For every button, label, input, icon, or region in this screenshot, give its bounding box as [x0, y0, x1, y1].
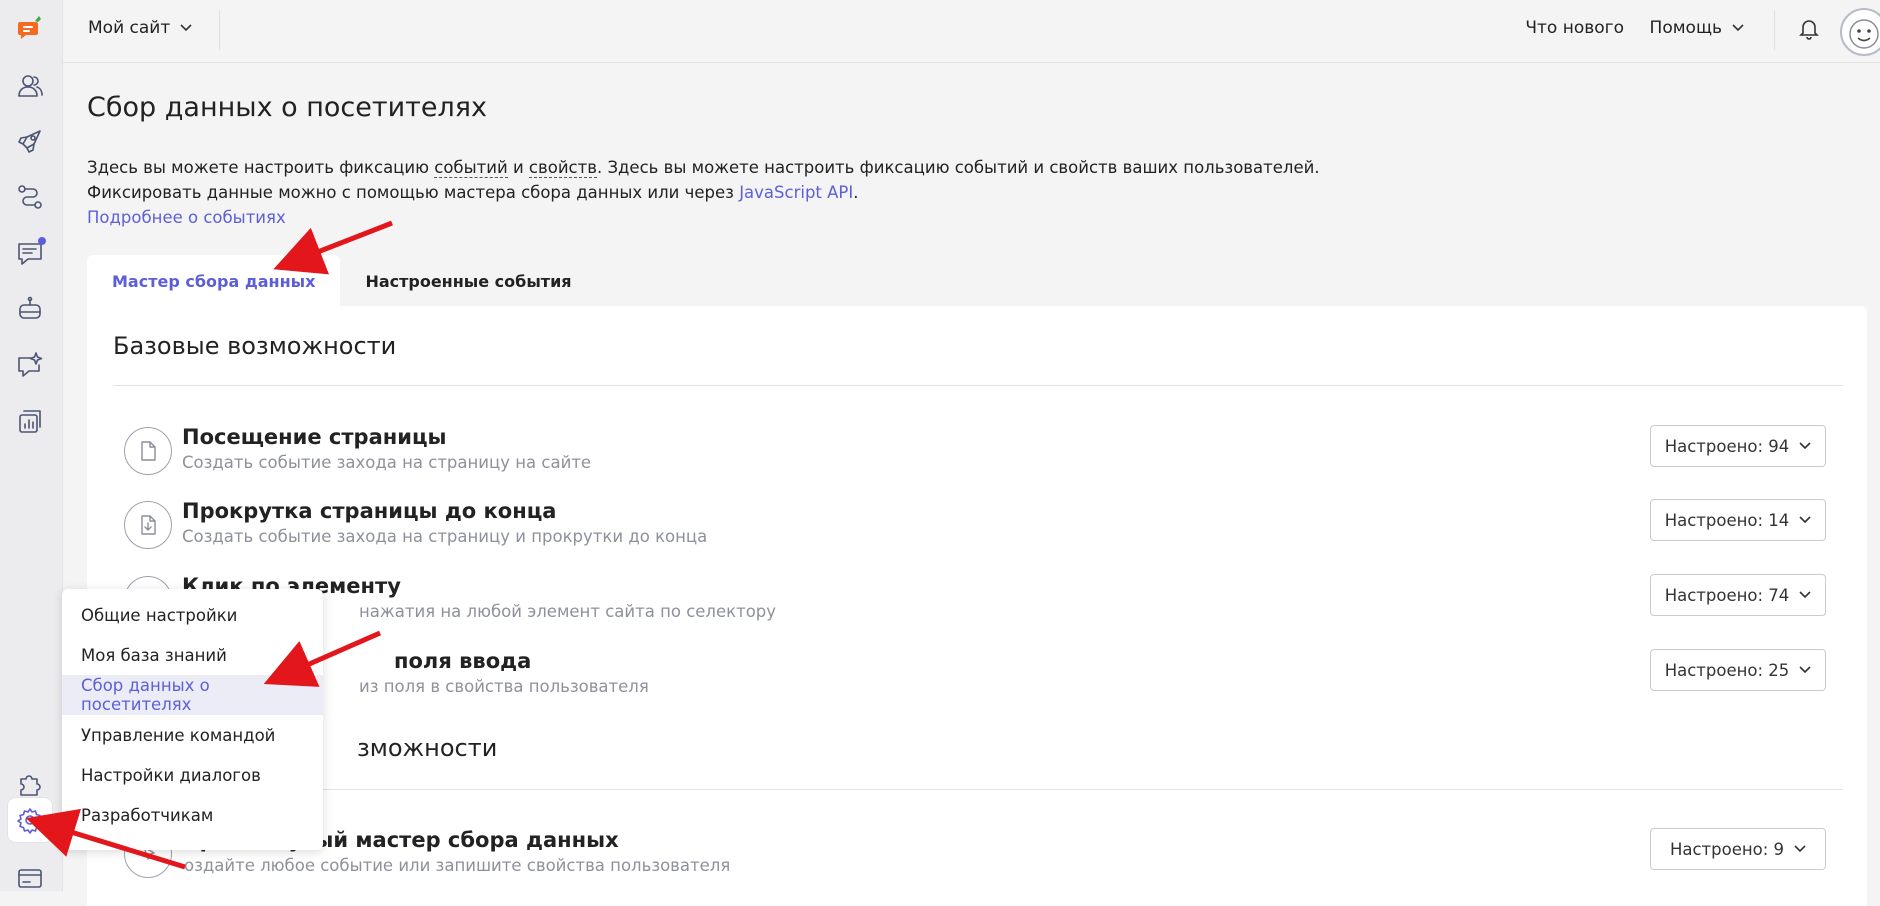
configured-dropdown[interactable]: Настроено: 25	[1650, 649, 1826, 691]
intro-line-2: Фиксировать данные можно с помощью масте…	[87, 180, 1320, 205]
avatar-face-icon	[1849, 19, 1879, 49]
help-label: Помощь	[1649, 18, 1722, 38]
notifications-bell-icon[interactable]	[1798, 16, 1820, 44]
chevron-down-icon	[1799, 666, 1811, 674]
menu-item-dialog-settings[interactable]: Настройки диалогов	[62, 755, 323, 795]
billing-card-icon[interactable]	[8, 856, 52, 900]
menu-item-visitor-data-collection[interactable]: Сбор данных о посетителях	[62, 675, 323, 715]
reports-icon[interactable]	[8, 399, 52, 443]
menu-item-general-settings[interactable]: Общие настройки	[62, 595, 323, 635]
more-about-events-link[interactable]: Подробнее о событиях	[87, 208, 286, 227]
chevron-down-icon	[1732, 24, 1744, 32]
properties-term-tooltip[interactable]: свойств	[528, 158, 597, 178]
ai-chat-icon[interactable]	[8, 343, 52, 387]
chevron-down-icon	[180, 24, 192, 32]
menu-item-developers[interactable]: Разработчикам	[62, 795, 323, 835]
feature-title: Посещение страницы	[182, 425, 447, 449]
whats-new-label: Что нового	[1525, 18, 1624, 38]
page-intro: Здесь вы можете настроить фиксацию событ…	[87, 155, 1320, 230]
feature-title: Прокрутка страницы до конца	[182, 499, 557, 523]
configured-count: Настроено: 94	[1664, 436, 1790, 456]
configured-count: Настроено: 14	[1664, 510, 1790, 530]
feature-description: Создать событие захода на страницу и про…	[182, 527, 708, 546]
feature-title: поля ввода	[394, 649, 532, 673]
feature-row-page-visit: Посещение страницы Создать событие заход…	[124, 425, 1844, 485]
feature-description: нажатия на любой элемент сайта по селект…	[359, 602, 777, 621]
carrot-logo-icon[interactable]	[8, 6, 52, 50]
javascript-api-link[interactable]: JavaScript API	[739, 183, 853, 202]
configured-dropdown[interactable]: Настроено: 94	[1650, 425, 1826, 467]
tabs: Мастер сбора данных Настроенные события	[87, 255, 597, 307]
chat-icon[interactable]	[8, 231, 52, 275]
feature-row-input-field: поля ввода из поля в свойства пользовате…	[124, 649, 1844, 709]
top-bar: Мой сайт Что нового Помощь	[63, 0, 1880, 63]
configured-dropdown[interactable]: Настроено: 14	[1650, 499, 1826, 541]
configured-count: Настроено: 25	[1664, 660, 1790, 680]
intro-text: и	[507, 158, 529, 177]
intro-text: Здесь вы можете настроить фиксацию	[87, 158, 435, 177]
feature-row-element-click: Клик по элементу нажатия на любой элемен…	[124, 574, 1844, 634]
section-title-basic: Базовые возможности	[113, 332, 397, 360]
divider	[219, 10, 220, 50]
help-menu[interactable]: Помощь	[1650, 18, 1744, 38]
intro-text: Фиксировать данные можно с помощью масте…	[87, 183, 740, 202]
users-icon[interactable]	[8, 64, 52, 108]
site-selector-label: Мой сайт	[88, 18, 171, 38]
intro-line-1: Здесь вы можете настроить фиксацию событ…	[87, 155, 1320, 180]
rocket-icon[interactable]	[8, 119, 52, 163]
intro-text: . Здесь вы можете настроить фиксацию соб…	[596, 158, 1320, 177]
left-rail	[0, 0, 63, 891]
section-title-advanced: зможности	[357, 734, 498, 762]
route-icon[interactable]	[8, 175, 52, 219]
unread-dot	[38, 237, 46, 245]
whats-new-link[interactable]: Что нового	[1525, 18, 1624, 38]
chevron-down-icon	[1799, 516, 1811, 524]
chevron-down-icon	[1799, 591, 1811, 599]
bot-icon[interactable]	[8, 287, 52, 331]
divider	[113, 789, 1843, 790]
page-icon	[124, 427, 172, 475]
feature-row-scroll-to-end: Прокрутка страницы до конца Создать собы…	[124, 499, 1844, 559]
divider	[113, 385, 1843, 386]
divider	[1774, 10, 1775, 50]
chevron-down-icon	[1794, 845, 1806, 853]
events-term-tooltip[interactable]: событий	[434, 158, 508, 178]
menu-item-knowledge-base[interactable]: Моя база знаний	[62, 635, 323, 675]
configured-count: Настроено: 9	[1669, 839, 1785, 859]
page-scroll-icon	[124, 501, 172, 549]
intro-text: .	[853, 183, 859, 202]
site-selector[interactable]: Мой сайт	[88, 18, 192, 38]
feature-description: оздайте любое событие или запишите свойс…	[184, 856, 731, 875]
feature-description: Создать событие захода на страницу на са…	[182, 453, 592, 472]
feature-row-advanced-wizard: Продвинутый мастер сбора данных оздайте …	[124, 828, 1844, 888]
menu-item-team-management[interactable]: Управление командой	[62, 715, 323, 755]
tab-configured-events[interactable]: Настроенные события	[340, 255, 596, 307]
feature-description: из поля в свойства пользователя	[359, 677, 649, 696]
page-title: Сбор данных о посетителях	[87, 92, 487, 123]
chevron-down-icon	[1799, 442, 1811, 450]
configured-count: Настроено: 74	[1664, 585, 1790, 605]
settings-menu: Общие настройки Моя база знаний Сбор дан…	[62, 589, 323, 850]
configured-dropdown[interactable]: Настроено: 9	[1650, 828, 1826, 870]
settings-gear-icon[interactable]	[8, 798, 52, 842]
tab-data-collection-wizard[interactable]: Мастер сбора данных	[87, 255, 341, 307]
configured-dropdown[interactable]: Настроено: 74	[1650, 574, 1826, 616]
user-avatar[interactable]	[1840, 8, 1880, 56]
wizard-panel: Базовые возможности Посещение страницы С…	[87, 306, 1867, 906]
